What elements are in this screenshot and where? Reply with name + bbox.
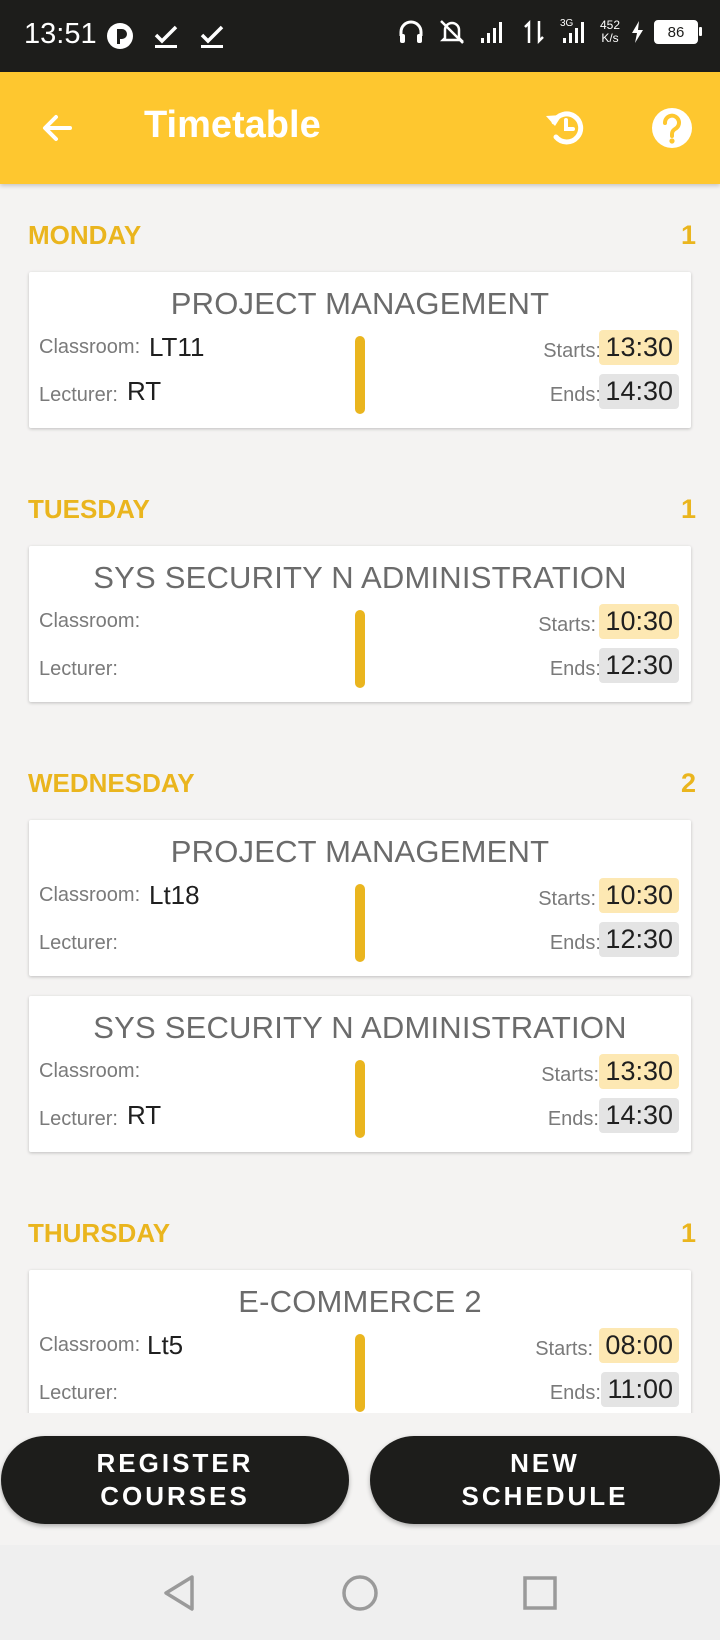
class-card[interactable]: PROJECT MANAGEMENT Classroom: Lt18 Lectu… <box>29 820 691 976</box>
system-nav-bar <box>0 1545 720 1640</box>
arrow-left-icon[interactable] <box>36 106 80 150</box>
class-card[interactable]: PROJECT MANAGEMENT Classroom: LT11 Lectu… <box>29 272 691 428</box>
day-name: TUESDAY <box>28 494 150 524</box>
starts-label: Starts: <box>538 888 596 910</box>
end-time: 14:30 <box>599 374 679 409</box>
home-circle-icon[interactable] <box>336 1569 384 1617</box>
day-header-tuesday: TUESDAY 1 <box>28 494 696 525</box>
register-courses-button[interactable]: REGISTER COURSES <box>1 1436 349 1524</box>
battery-icon: 86 <box>654 20 702 44</box>
end-time: 14:30 <box>599 1098 679 1133</box>
course-name: SYS SECURITY N ADMINISTRATION <box>93 560 627 595</box>
lecturer-label: Lecturer: <box>39 384 118 406</box>
class-card[interactable]: E-COMMERCE 2 Classroom: Lt5 Lecturer: St… <box>29 1270 691 1413</box>
svg-text:3G: 3G <box>560 18 574 29</box>
status-time: 13:51 <box>24 18 97 50</box>
lecturer-value: RT <box>127 1100 162 1130</box>
card-divider <box>355 884 365 962</box>
lecturer-label: Lecturer: <box>39 1382 118 1404</box>
card-divider <box>355 336 365 414</box>
class-card[interactable]: SYS SECURITY N ADMINISTRATION Classroom:… <box>29 996 691 1152</box>
lecturer-label: Lecturer: <box>39 658 118 680</box>
end-time: 11:00 <box>601 1372 679 1407</box>
start-time: 10:30 <box>599 878 679 913</box>
charging-icon <box>632 21 643 43</box>
lecturer-label: Lecturer: <box>39 932 118 954</box>
check-icon <box>154 25 178 48</box>
day-count: 1 <box>680 220 696 250</box>
course-name: PROJECT MANAGEMENT <box>170 286 550 321</box>
classroom-label: Classroom: <box>39 610 141 632</box>
day-name: WEDNESDAY <box>28 768 195 798</box>
class-card[interactable]: SYS SECURITY N ADMINISTRATION Classroom:… <box>29 546 691 702</box>
app-notification-icon <box>107 23 133 49</box>
status-bar: 13:51 3G 452 K/s 86 <box>0 0 720 72</box>
card-divider <box>355 1060 365 1138</box>
ends-label: Ends: <box>549 384 601 406</box>
check-icon <box>200 25 224 48</box>
ends-label: Ends: <box>549 1382 601 1404</box>
ends-label: Ends: <box>549 932 601 954</box>
start-time: 13:30 <box>599 330 679 365</box>
day-header-thursday: THURSDAY 1 <box>28 1218 696 1249</box>
ends-label: Ends: <box>547 1108 599 1130</box>
card-divider <box>355 610 365 688</box>
classroom-label: Classroom: <box>39 336 141 358</box>
timetable-list[interactable]: MONDAY 1 PROJECT MANAGEMENT Classroom: L… <box>0 184 720 1413</box>
classroom-value: Lt18 <box>149 880 200 910</box>
starts-label: Starts: <box>535 1338 593 1360</box>
classroom-value: LT11 <box>149 332 205 362</box>
back-triangle-icon[interactable] <box>156 1569 204 1617</box>
day-header-monday: MONDAY 1 <box>28 220 696 251</box>
starts-label: Starts: <box>538 614 596 636</box>
day-name: MONDAY <box>28 220 142 250</box>
end-time: 12:30 <box>599 648 679 683</box>
network-speed: 452 K/s <box>599 18 620 45</box>
recents-square-icon[interactable] <box>516 1569 564 1617</box>
day-header-wednesday: WEDNESDAY 2 <box>28 768 696 799</box>
lecturer-value: RT <box>127 376 162 406</box>
start-time: 10:30 <box>599 604 679 639</box>
bell-off-icon <box>439 20 464 44</box>
ends-label: Ends: <box>549 658 601 680</box>
classroom-value: Lt5 <box>147 1330 184 1360</box>
start-time: 08:00 <box>599 1328 679 1363</box>
starts-label: Starts: <box>543 340 601 362</box>
starts-label: Starts: <box>541 1064 599 1086</box>
lecturer-label: Lecturer: <box>39 1108 118 1130</box>
classroom-label: Classroom: <box>39 1334 141 1356</box>
data-arrows-icon <box>524 19 544 45</box>
new-schedule-button[interactable]: NEW SCHEDULE <box>370 1436 720 1524</box>
classroom-label: Classroom: <box>39 884 141 906</box>
day-name: THURSDAY <box>28 1218 171 1248</box>
course-name: E-COMMERCE 2 <box>238 1284 482 1319</box>
signal-icon <box>480 22 502 43</box>
headset-icon <box>399 20 423 43</box>
day-count: 2 <box>680 768 696 798</box>
page-title: Timetable <box>144 104 321 146</box>
end-time: 12:30 <box>599 922 679 957</box>
app-bar: Timetable <box>0 72 720 184</box>
classroom-label: Classroom: <box>39 1060 141 1082</box>
card-divider <box>355 1334 365 1412</box>
course-name: PROJECT MANAGEMENT <box>170 834 550 869</box>
help-icon[interactable] <box>650 106 694 150</box>
start-time: 13:30 <box>599 1054 679 1089</box>
refresh-icon[interactable] <box>540 102 592 154</box>
day-count: 1 <box>680 1218 696 1248</box>
course-name: SYS SECURITY N ADMINISTRATION <box>93 1010 627 1045</box>
day-count: 1 <box>680 494 696 524</box>
signal-3g-icon: 3G <box>560 18 584 43</box>
